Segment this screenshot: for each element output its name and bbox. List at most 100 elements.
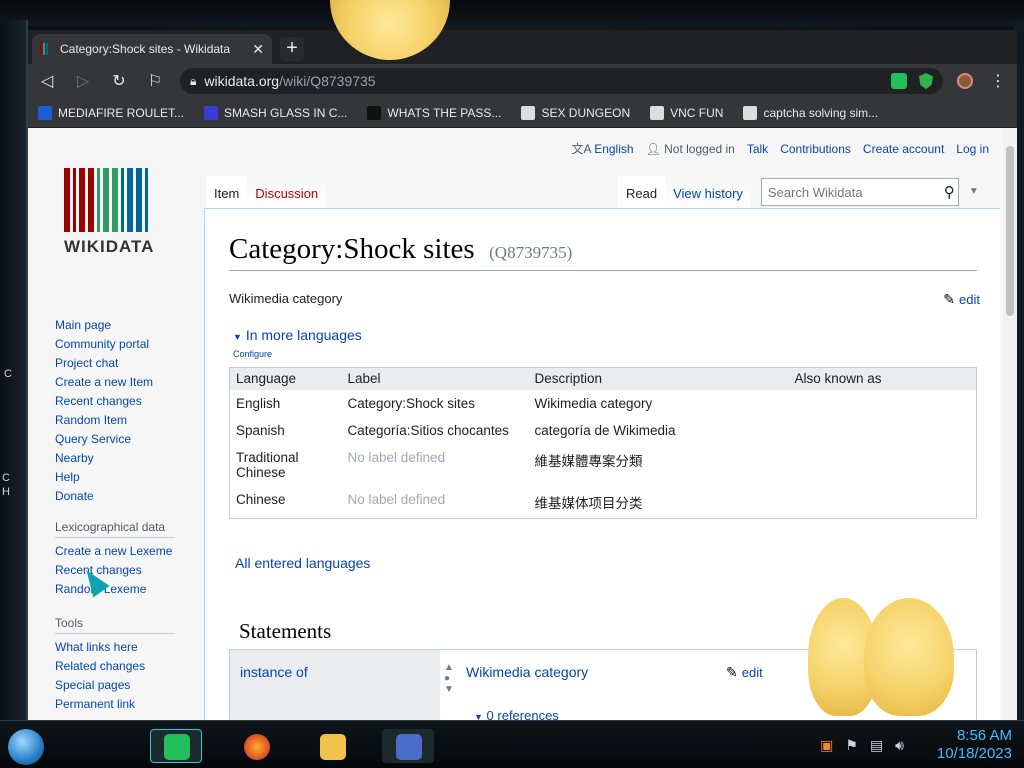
personal-tools: 文A English 👤︎ Not logged in Talk Contrib… xyxy=(572,140,990,157)
statements-heading: Statements xyxy=(239,619,332,643)
clock[interactable]: 8:56 AM 10/18/2023 xyxy=(937,727,1012,763)
all-languages-link[interactable]: All entered languages xyxy=(235,555,370,571)
cartoon-character-sticker xyxy=(864,598,954,716)
bookmark-label: captcha solving sim... xyxy=(763,105,879,120)
contributions-link[interactable]: Contributions xyxy=(780,142,851,156)
chevron-down-icon[interactable]: ▼ xyxy=(969,186,979,197)
sidebar-link[interactable]: What links here xyxy=(55,638,175,657)
bookmark-favicon-icon xyxy=(521,105,536,120)
profile-avatar[interactable] xyxy=(957,73,973,89)
wikidata-logo[interactable]: WIKIDATA xyxy=(64,168,168,257)
sidebar-link[interactable]: Recent changes xyxy=(55,392,153,411)
statement-value-link[interactable]: Wikimedia category xyxy=(466,664,588,680)
table-cell-aka xyxy=(789,417,977,444)
table-header: Language xyxy=(229,367,342,390)
back-icon[interactable]: ◁ xyxy=(36,71,58,91)
tab-read[interactable]: Read xyxy=(618,176,666,209)
sidebar-link[interactable]: Query Service xyxy=(55,430,153,449)
firefox-icon[interactable] xyxy=(244,734,270,760)
volume-icon[interactable]: 🔊︎ xyxy=(895,737,904,754)
search-input[interactable] xyxy=(767,184,944,200)
sidebar-link[interactable]: Community portal xyxy=(55,335,153,354)
sidebar-link[interactable]: Random Item xyxy=(55,411,153,430)
reload-icon[interactable]: ↻ xyxy=(108,71,130,91)
sidebar-link[interactable]: Nearby xyxy=(55,449,153,468)
sidebar-link[interactable]: Create a new Item xyxy=(55,373,153,392)
sidebar-link[interactable]: Random Lexeme xyxy=(55,580,175,599)
edit-description-button[interactable]: ✎ edit xyxy=(943,291,980,308)
rank-selector-icon[interactable]: ▲ ● ▼ xyxy=(444,662,454,695)
page-scrollbar[interactable] xyxy=(1003,128,1017,720)
bookmark-icon[interactable]: ⚐ xyxy=(144,71,166,91)
language-selector[interactable]: 文A English xyxy=(572,140,634,157)
edit-statement-button[interactable]: ✎ edit xyxy=(726,664,763,681)
tab-view-history[interactable]: View history xyxy=(665,176,751,209)
bookmark-item[interactable]: VNC FUN xyxy=(650,105,724,120)
bookmark-label: VNC FUN xyxy=(670,105,724,120)
sidebar-link[interactable]: Recent changes xyxy=(55,561,175,580)
table-row: English Category:Shock sites Wikimedia cat… xyxy=(230,390,977,417)
bookmark-label: SEX DUNGEON xyxy=(541,105,631,120)
search-icon[interactable]: ⚲ xyxy=(944,183,955,201)
sidebar-link[interactable]: Create a new Lexeme xyxy=(55,542,175,561)
bookmark-item[interactable]: SMASH GLASS IN C... xyxy=(204,105,348,120)
table-cell-description: categoría de Wikimedia xyxy=(534,422,676,438)
sidebar-link[interactable]: Project chat xyxy=(55,354,153,373)
address-bar[interactable]: 🔒︎ wikidata.org/wiki/Q8739735 xyxy=(180,68,943,94)
more-languages-toggle[interactable]: ▼ In more languages xyxy=(233,327,362,343)
network-icon[interactable]: ▤ xyxy=(870,737,883,754)
talk-link[interactable]: Talk xyxy=(747,142,768,156)
table-cell-description: 维基媒体项目分类 xyxy=(534,495,643,511)
scrollbar-thumb[interactable] xyxy=(1006,146,1014,316)
pencil-icon: ✎ xyxy=(943,291,956,307)
app-tray-icon[interactable]: ▣ xyxy=(820,737,833,754)
bookmark-label: MEDIAFIRE ROULET... xyxy=(58,105,185,120)
bookmark-favicon-icon xyxy=(650,105,665,120)
not-logged-in-label: 👤︎ Not logged in xyxy=(645,141,735,156)
search-field[interactable]: ⚲ xyxy=(760,178,959,206)
sidebar-link[interactable]: Help xyxy=(55,468,153,487)
table-cell-label: No label defined xyxy=(347,491,446,507)
table-header: Description xyxy=(528,367,789,390)
sidebar-link[interactable]: Permanent link xyxy=(55,695,175,714)
bookmark-item[interactable]: WHATS THE PASS... xyxy=(367,105,501,120)
property-link[interactable]: instance of xyxy=(230,650,440,720)
bookmark-label: SMASH GLASS IN C... xyxy=(224,105,348,120)
file-explorer-icon[interactable] xyxy=(320,734,346,760)
item-description: Wikimedia category xyxy=(229,291,343,306)
notes-app-icon[interactable] xyxy=(164,734,190,760)
create-account-link[interactable]: Create account xyxy=(863,142,944,156)
shield-extension-icon[interactable] xyxy=(919,73,933,89)
languages-table: Language Label Description Also known as En… xyxy=(229,367,977,519)
sidebar-link[interactable]: Special pages xyxy=(55,676,175,695)
page-title: Category:Shock sites (Q8739735) xyxy=(229,233,977,271)
sidebar-heading: Lexicographical data xyxy=(55,520,175,538)
sidebar-link[interactable]: Related changes xyxy=(55,657,175,676)
bookmark-item[interactable]: captcha solving sim... xyxy=(743,105,879,120)
tab-discussion[interactable]: Discussion xyxy=(247,176,327,209)
table-cell-label: No label defined xyxy=(347,449,446,465)
references-toggle[interactable]: ▼ 0 references xyxy=(474,708,559,720)
sidebar-link[interactable]: Main page xyxy=(55,316,153,335)
remote-desktop-icon[interactable] xyxy=(396,734,422,760)
close-icon[interactable]: ✕ xyxy=(252,41,264,58)
flag-icon[interactable]: ⚑ xyxy=(845,737,858,754)
login-link[interactable]: Log in xyxy=(956,142,989,156)
extension-icon[interactable] xyxy=(891,73,907,89)
site-info-icon[interactable]: 🔒︎ xyxy=(190,74,196,89)
url-path: /wiki/Q8739735 xyxy=(279,73,376,89)
table-cell-aka xyxy=(789,444,977,486)
menu-icon[interactable]: ⋮ xyxy=(987,71,1009,91)
table-row: Spanish Categoría:Sitios chocantes categor… xyxy=(230,417,977,444)
url-host: wikidata.org xyxy=(204,73,280,89)
configure-link[interactable]: Configure xyxy=(233,349,272,359)
tab-item[interactable]: Item xyxy=(206,176,248,209)
forward-icon[interactable]: ▷ xyxy=(72,71,94,91)
bookmark-item[interactable]: MEDIAFIRE ROULET... xyxy=(38,105,185,120)
new-tab-button[interactable]: + xyxy=(280,37,304,61)
bookmark-item[interactable]: SEX DUNGEON xyxy=(521,105,631,120)
sidebar-link[interactable]: Donate xyxy=(55,487,153,506)
sidebar-tools-section: Tools What links here Related changes Spec… xyxy=(55,616,175,714)
start-button[interactable] xyxy=(8,729,44,765)
browser-tab[interactable]: Category:Shock sites - Wikidata ✕ xyxy=(32,34,272,64)
